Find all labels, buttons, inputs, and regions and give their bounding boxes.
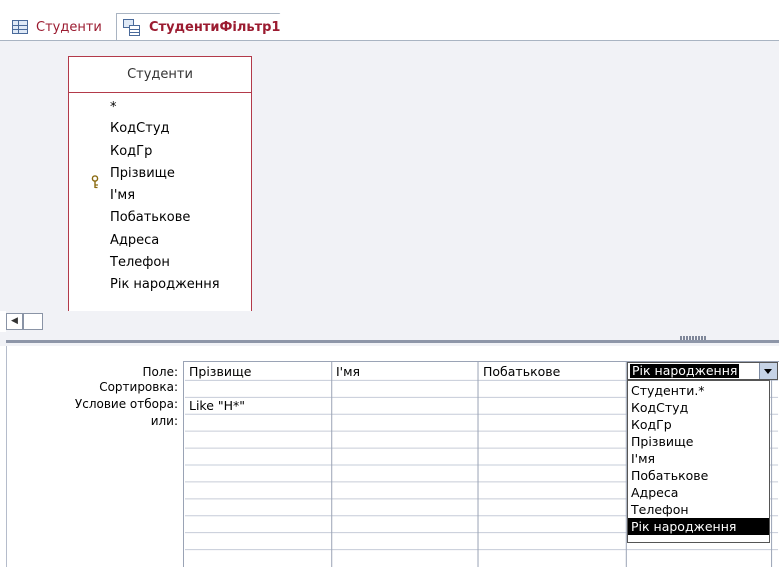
grid-field-cell[interactable]: І'мя <box>331 364 360 379</box>
dropdown-option[interactable]: Побатькове <box>628 467 769 484</box>
pane-splitter[interactable] <box>0 332 779 346</box>
dropdown-option[interactable]: КодСтуд <box>628 399 769 416</box>
row-label-field: Поле: <box>142 365 178 379</box>
dropdown-option[interactable]: Адреса <box>628 484 769 501</box>
grid-field-cell[interactable]: Прізвище <box>184 364 251 379</box>
row-label-or: или: <box>150 414 178 428</box>
dropdown-option[interactable]: Телефон <box>628 501 769 518</box>
field-item-surname[interactable]: Прізвище <box>110 166 175 181</box>
tab-students-filter-query[interactable]: СтудентиФільтр1 <box>116 13 306 41</box>
table-icon <box>12 20 28 34</box>
field-list-title[interactable]: Студенти <box>69 57 251 93</box>
field-item-name[interactable]: І'мя <box>110 188 135 203</box>
combobox-selected-value[interactable]: Рік народження <box>630 364 740 378</box>
grid-field-cell[interactable]: Побатькове <box>478 364 560 379</box>
field-dropdown-list[interactable]: Студенти.* КодСтуд КодГр Прізвище І'мя П… <box>627 380 770 543</box>
field-item-address[interactable]: Адреса <box>110 233 159 248</box>
dropdown-option[interactable]: Прізвище <box>628 433 769 450</box>
field-list-students[interactable]: Студенти * КодСтуд КодГр Прізвище І'мя П… <box>68 56 252 311</box>
grid-criteria-cell[interactable]: Like "Н*" <box>184 398 245 413</box>
primary-key-icon <box>91 175 99 189</box>
chevron-down-icon[interactable] <box>759 363 777 379</box>
field-item-patronymic[interactable]: Побатькове <box>110 210 190 225</box>
scroll-left-arrow-icon[interactable]: ◀ <box>6 313 23 330</box>
scroll-thumb[interactable] <box>23 313 43 330</box>
tab-students-table[interactable]: Студенти <box>6 13 116 41</box>
tab-label: Студенти <box>36 19 102 35</box>
dropdown-option-selected[interactable]: Рік народження <box>628 518 769 535</box>
table-pane-scrollbar[interactable]: ◀ <box>6 311 779 332</box>
row-label-criteria: Условие отбора: <box>74 397 178 411</box>
grid-pane-edge <box>6 346 7 567</box>
query-icon <box>123 18 141 37</box>
field-combobox[interactable]: Рік народження <box>627 362 778 380</box>
field-item-phone[interactable]: Телефон <box>110 255 170 270</box>
dropdown-option[interactable]: Студенти.* <box>628 382 769 399</box>
dropdown-option[interactable]: КодГр <box>628 416 769 433</box>
field-item-kodgr[interactable]: КодГр <box>110 144 152 159</box>
row-label-sort: Сортировка: <box>99 380 178 394</box>
field-item-all[interactable]: * <box>110 100 117 115</box>
field-item-birth-year[interactable]: Рік народження <box>110 277 220 292</box>
splitter-bar[interactable] <box>6 340 779 343</box>
tab-label: СтудентиФільтр1 <box>149 20 281 35</box>
document-tab-strip: Студенти СтудентиФільтр1 <box>0 0 779 41</box>
dropdown-option[interactable]: І'мя <box>628 450 769 467</box>
field-item-kodstud[interactable]: КодСтуд <box>110 121 170 136</box>
